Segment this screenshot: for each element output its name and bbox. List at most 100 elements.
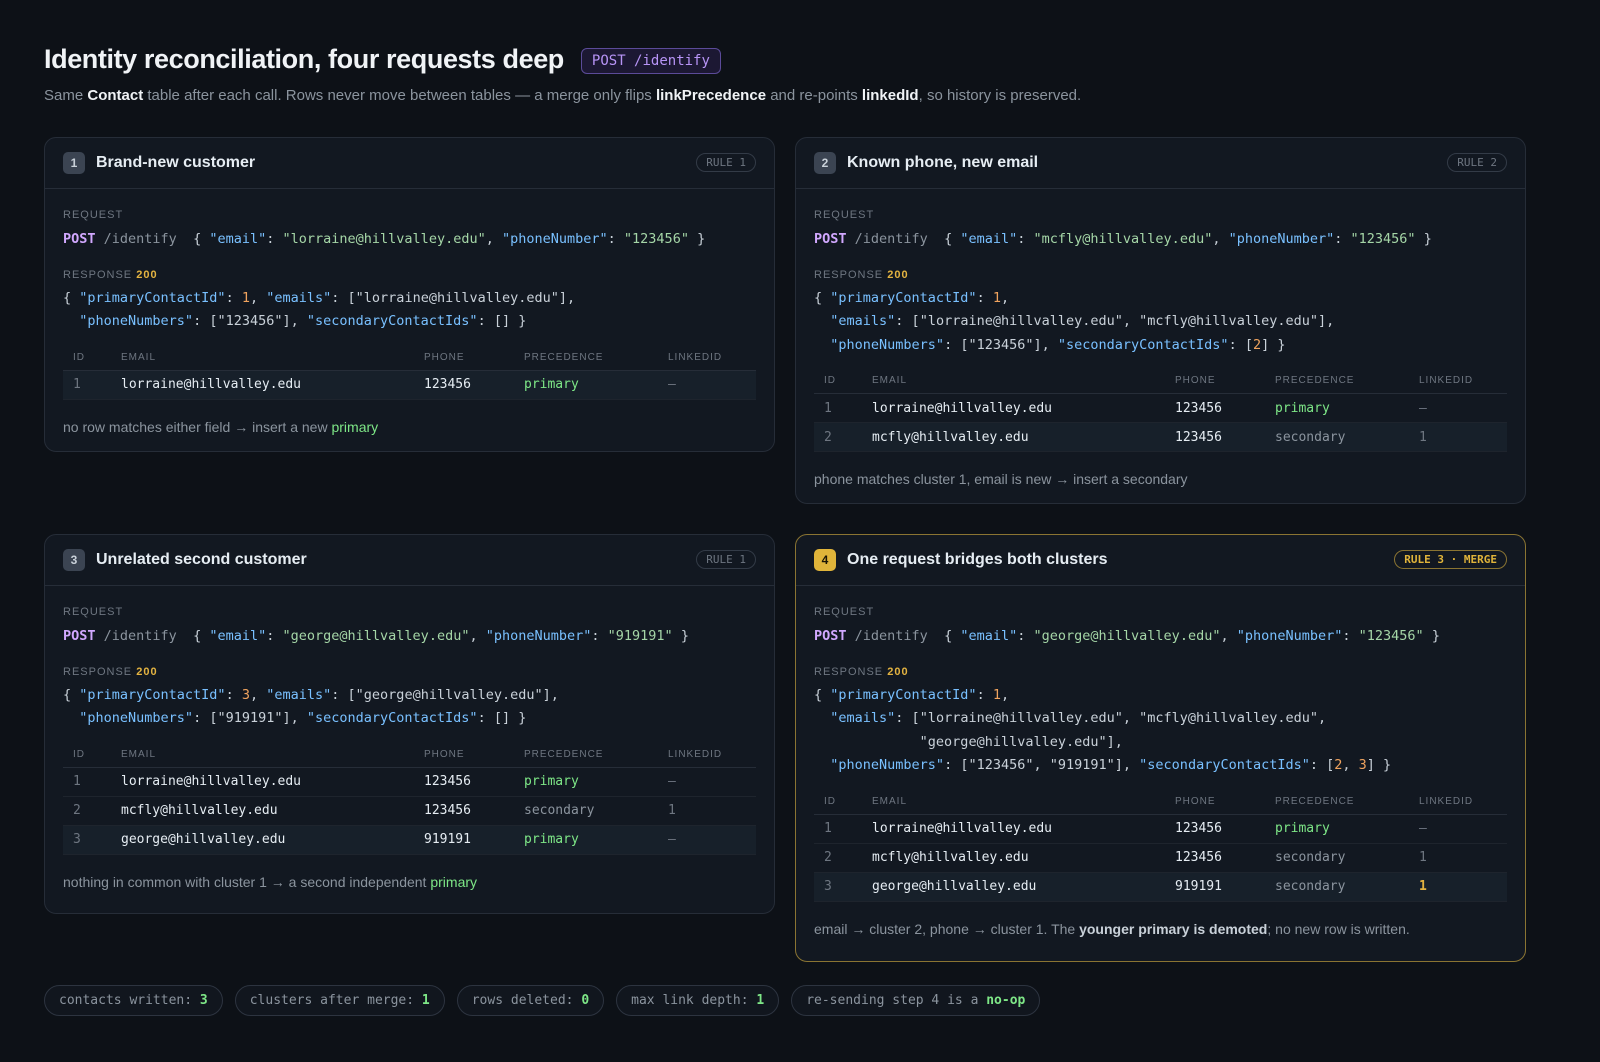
col-precedence: PRECEDENCE (514, 743, 658, 768)
cell-linkedid: – (658, 370, 756, 400)
cell-phone: 123456 (1165, 393, 1265, 423)
response-label: RESPONSE 200 (63, 268, 158, 281)
step-number-badge: 1 (63, 152, 85, 174)
cell-id: 2 (814, 843, 862, 873)
response-code: { "primaryContactId": 1, "emails": ["lor… (63, 289, 576, 330)
col-email: EMAIL (862, 370, 1165, 394)
card-header: 3 Unrelated second customer RULE 1 (45, 535, 774, 586)
cell-id: 3 (814, 872, 862, 902)
cell-linkedid: 1 (1409, 422, 1507, 452)
cell-precedence: primary (1265, 393, 1409, 423)
col-email: EMAIL (111, 743, 414, 768)
rule-badge: RULE 1 (696, 550, 756, 569)
card-title: One request bridges both clusters (847, 551, 1108, 568)
cell-precedence: primary (1265, 814, 1409, 844)
card-note: no row matches either field → insert a n… (63, 418, 379, 435)
col-precedence: PRECEDENCE (1265, 790, 1409, 815)
request-code: POST /identify { "email": "george@hillva… (814, 628, 1440, 644)
response-code: { "primaryContactId": 3, "emails": ["geo… (63, 686, 559, 727)
cell-phone: 123456 (1165, 422, 1265, 452)
cell-id: 2 (63, 796, 111, 826)
stat-pill: rows deleted: 0 (456, 985, 605, 1016)
card-note: phone matches cluster 1, email is new → … (814, 471, 1188, 487)
col-linkedid: LINKEDID (658, 743, 756, 768)
cell-phone: 123456 (414, 370, 514, 400)
cell-precedence: secondary (1265, 422, 1409, 452)
cell-precedence: secondary (1265, 872, 1409, 902)
cell-precedence: primary (514, 370, 658, 400)
rule-merge-badge: RULE 3 · MERGE (1394, 550, 1507, 569)
col-id: ID (814, 790, 862, 815)
col-phone: PHONE (414, 346, 514, 371)
step-card-4: 4 One request bridges both clusters RULE… (795, 534, 1526, 962)
card-title: Brand-new customer (96, 154, 256, 171)
cell-linkedid: – (1409, 814, 1507, 844)
rule-badge: RULE 2 (1447, 153, 1507, 172)
step-card-2: 2 Known phone, new email RULE 2 REQUEST … (795, 137, 1526, 504)
cell-phone: 919191 (414, 825, 514, 855)
card-title: Unrelated second customer (96, 551, 307, 568)
table-row: 2 mcfly@hillvalley.edu 123456 secondary 1 (814, 422, 1507, 452)
card-header: 1 Brand-new customer RULE 1 (45, 138, 774, 189)
cell-linkedid: – (658, 825, 756, 855)
col-id: ID (63, 743, 111, 768)
cell-id: 1 (814, 393, 862, 423)
cell-email: mcfly@hillvalley.edu (862, 422, 1165, 452)
cell-id: 1 (814, 814, 862, 844)
step-number-badge: 4 (814, 549, 836, 571)
cell-id: 3 (63, 825, 111, 855)
col-phone: PHONE (1165, 370, 1265, 394)
col-id: ID (63, 346, 111, 371)
cell-linkedid: 1 (1409, 872, 1507, 902)
table-row: 3 george@hillvalley.edu 919191 secondary 1 (814, 872, 1507, 902)
page-subtitle: Same Contact table after each call. Rows… (44, 87, 1082, 104)
col-email: EMAIL (111, 346, 414, 371)
cell-email: lorraine@hillvalley.edu (862, 393, 1165, 423)
response-label: RESPONSE 200 (814, 665, 909, 678)
page-title: Identity reconciliation, four requests d… (44, 44, 564, 74)
col-id: ID (814, 370, 862, 394)
cell-precedence: secondary (1265, 843, 1409, 873)
col-email: EMAIL (862, 790, 1165, 815)
step-card-3: 3 Unrelated second customer RULE 1 REQUE… (44, 534, 775, 914)
card-header: 4 One request bridges both clusters RULE… (796, 535, 1525, 586)
cell-precedence: secondary (514, 796, 658, 826)
response-label: RESPONSE 200 (63, 665, 158, 678)
request-code: POST /identify { "email": "george@hillva… (63, 628, 689, 644)
table-row: 1 lorraine@hillvalley.edu 123456 primary – (63, 370, 756, 400)
col-linkedid: LINKEDID (1409, 370, 1507, 394)
request-label: REQUEST (63, 606, 124, 618)
step-number-badge: 2 (814, 152, 836, 174)
card-title: Known phone, new email (847, 154, 1039, 171)
stat-pill: clusters after merge: 1 (234, 985, 445, 1016)
cell-phone: 123456 (414, 767, 514, 797)
cell-linkedid: 1 (1409, 843, 1507, 873)
table-row: 1 lorraine@hillvalley.edu 123456 primary – (814, 393, 1507, 423)
response-code: { "primaryContactId": 1, "emails": ["lor… (814, 289, 1335, 353)
cell-email: george@hillvalley.edu (111, 825, 414, 855)
cell-phone: 123456 (414, 796, 514, 826)
col-linkedid: LINKEDID (658, 346, 756, 371)
page-header: Identity reconciliation, four requests d… (44, 44, 1554, 104)
cell-linkedid: 1 (658, 796, 756, 826)
cell-precedence: primary (514, 767, 658, 797)
request-label: REQUEST (63, 209, 124, 221)
contact-table: ID EMAIL PHONE PRECEDENCE LINKEDID 1 lorr… (814, 370, 1507, 452)
col-phone: PHONE (414, 743, 514, 768)
stat-pill: max link depth: 1 (616, 985, 780, 1016)
col-precedence: PRECEDENCE (514, 346, 658, 371)
request-label: REQUEST (814, 209, 875, 221)
cell-linkedid: – (658, 767, 756, 797)
cell-linkedid: – (1409, 393, 1507, 423)
cell-email: george@hillvalley.edu (862, 872, 1165, 902)
request-code: POST /identify { "email": "mcfly@hillval… (814, 231, 1432, 247)
contact-table: ID EMAIL PHONE PRECEDENCE LINKEDID 1 lorr… (63, 346, 756, 400)
request-label: REQUEST (814, 606, 875, 618)
response-label: RESPONSE 200 (814, 268, 909, 281)
request-code: POST /identify { "email": "lorraine@hill… (63, 231, 706, 247)
endpoint-badge: POST /identify (580, 47, 721, 74)
table-row: 2 mcfly@hillvalley.edu 123456 secondary 1 (63, 796, 756, 826)
cell-phone: 123456 (1165, 843, 1265, 873)
card-note: email → cluster 2, phone → cluster 1. Th… (814, 920, 1410, 937)
card-note: nothing in common with cluster 1 → a sec… (63, 873, 478, 890)
